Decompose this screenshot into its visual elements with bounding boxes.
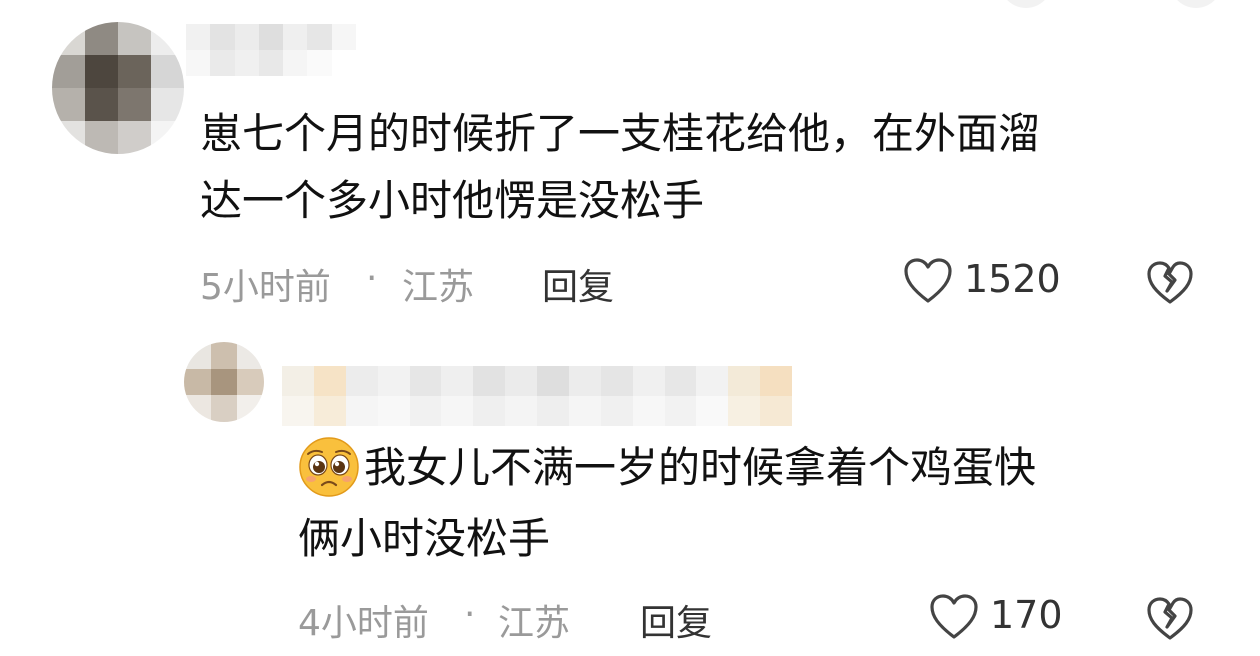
like-count: 170 <box>990 593 1063 637</box>
top-action-circle-1[interactable] <box>1000 0 1052 8</box>
comment-location: 江苏 <box>402 267 475 308</box>
avatar[interactable] <box>52 22 184 154</box>
comment-text-line-2: 达一个多小时他愣是没松手 <box>200 176 705 225</box>
meta-separator: · <box>464 594 476 635</box>
comment-location: 江苏 <box>498 603 571 644</box>
broken-heart-icon[interactable] <box>1144 258 1196 306</box>
pleading-face-emoji <box>299 437 359 497</box>
comment-text-line-1: 崽七个月的时候折了一支桂花给他，在外面溜 <box>200 109 1041 158</box>
top-action-circle-2[interactable] <box>1170 0 1222 8</box>
heart-outline-icon[interactable] <box>928 592 980 642</box>
avatar[interactable] <box>184 342 264 422</box>
meta-separator: · <box>366 258 378 299</box>
broken-heart-icon[interactable] <box>1144 594 1196 642</box>
username[interactable] <box>186 24 356 76</box>
heart-outline-icon[interactable] <box>902 256 954 306</box>
comment-time: 4小时前 <box>298 603 429 644</box>
username[interactable] <box>282 366 792 426</box>
like-count: 1520 <box>964 257 1061 301</box>
comment-time: 5小时前 <box>200 267 331 308</box>
reply-button[interactable]: 回复 <box>640 594 712 646</box>
comment-text-line-2: 俩小时没松手 <box>298 514 551 563</box>
reply-button[interactable]: 回复 <box>542 258 614 310</box>
comment-text-line-1: 我女儿不满一岁的时候拿着个鸡蛋快 <box>364 443 1037 492</box>
